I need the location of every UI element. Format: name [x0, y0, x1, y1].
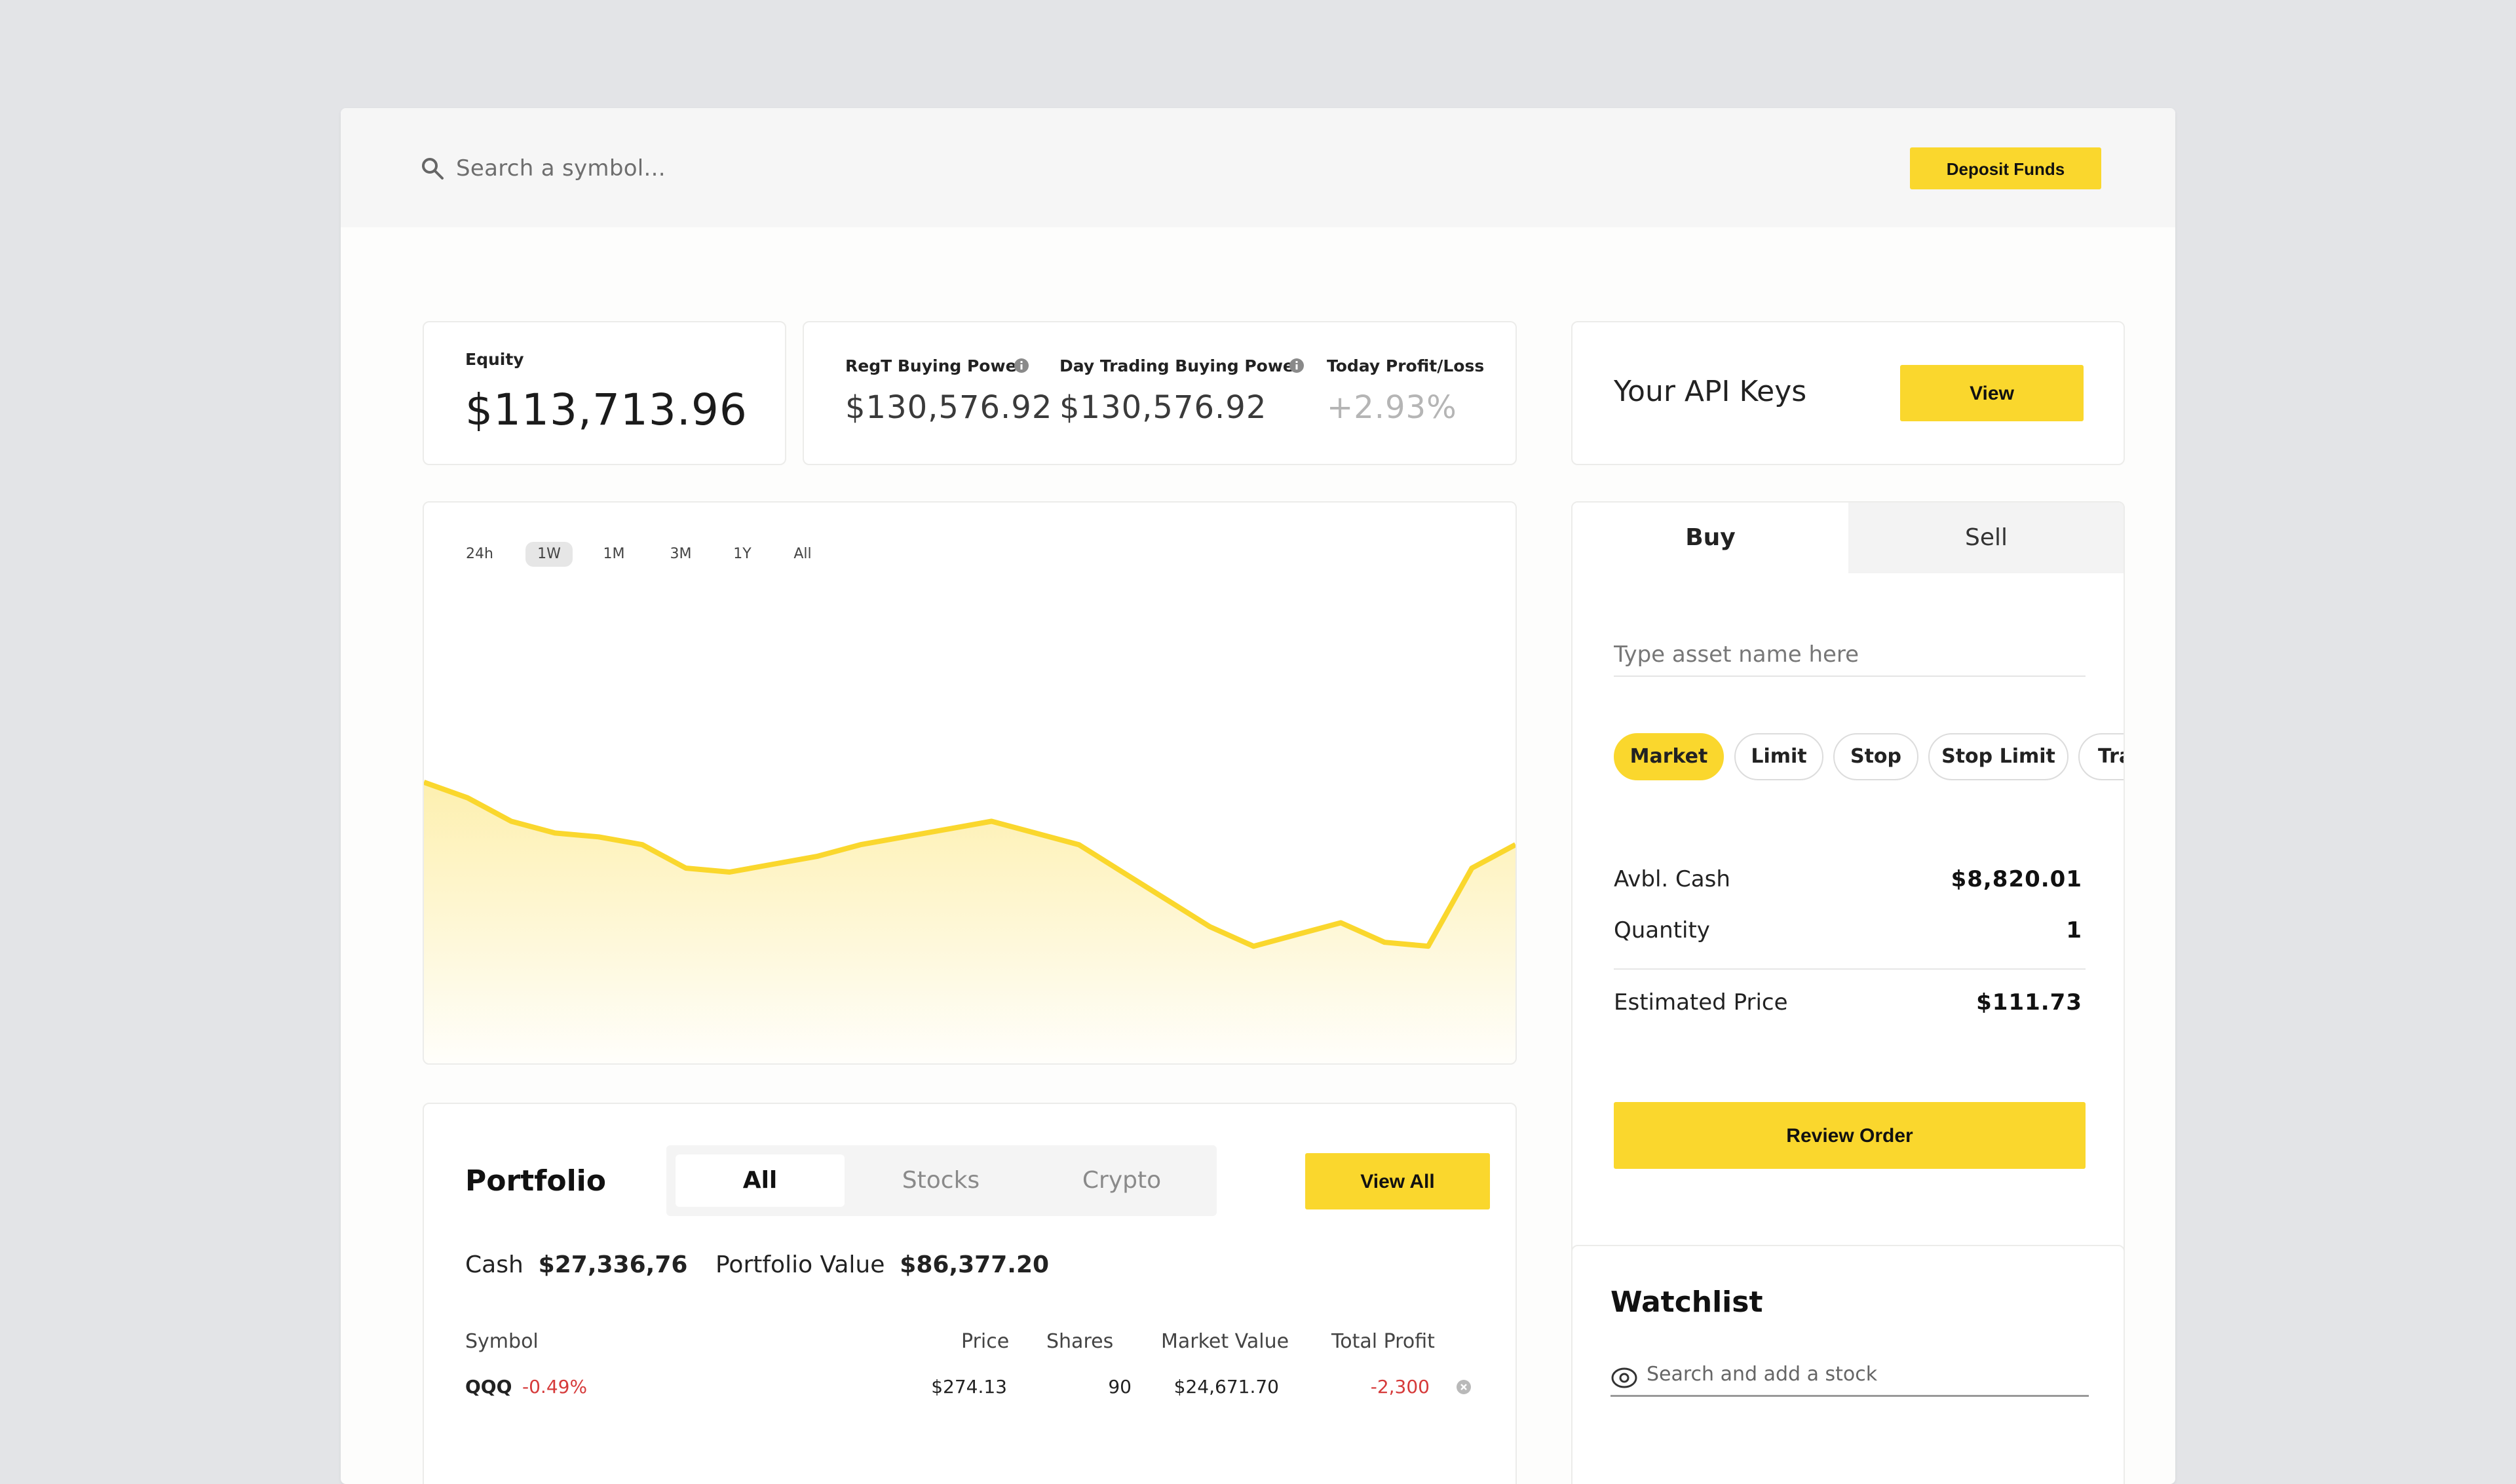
- tab-sell[interactable]: Sell: [1848, 503, 2124, 573]
- api-keys-title: Your API Keys: [1614, 375, 1807, 408]
- daytrade-value: $130,576.92: [1059, 389, 1267, 426]
- estimated-price-label: Estimated Price: [1614, 989, 1788, 1016]
- regt-value: $130,576.92: [845, 389, 1053, 426]
- portfolio-value-label: Portfolio Value: [715, 1251, 885, 1278]
- top-bar: Search a symbol... Deposit Funds: [341, 108, 2175, 227]
- tab-crypto[interactable]: Crypto: [1037, 1154, 1206, 1207]
- view-all-button[interactable]: View All: [1305, 1153, 1490, 1209]
- daytrade-label: Day Trading Buying Power: [1059, 356, 1303, 375]
- equity-chart: [424, 780, 1515, 1063]
- col-market-value: Market Value: [1161, 1330, 1289, 1353]
- portfolio-title: Portfolio: [465, 1164, 606, 1198]
- remove-icon[interactable]: [1456, 1379, 1472, 1395]
- portfolio-value-summary: Portfolio Value $86,377.20: [715, 1251, 1049, 1278]
- equity-value: $113,713.96: [465, 385, 748, 435]
- deposit-funds-button[interactable]: Deposit Funds: [1910, 147, 2101, 189]
- tab-all[interactable]: All: [676, 1154, 845, 1207]
- symbol-search-input[interactable]: Search a symbol...: [456, 153, 666, 184]
- portfolio-card: Portfolio All Stocks Crypto View All Cas…: [423, 1103, 1517, 1484]
- equity-label: Equity: [465, 350, 524, 369]
- watchlist-card: Watchlist Search and add a stock: [1571, 1245, 2125, 1484]
- watchlist-search-input[interactable]: Search and add a stock: [1611, 1358, 2089, 1397]
- app-window: Search a symbol... Deposit Funds Equity …: [341, 108, 2175, 1484]
- regt-label: RegT Buying Power: [845, 356, 1025, 375]
- buying-power-card: RegT Buying Power $130,576.92 Day Tradin…: [803, 321, 1517, 465]
- tab-buy[interactable]: Buy: [1572, 503, 1848, 573]
- order-type-market[interactable]: Market: [1614, 733, 1724, 780]
- equity-chart-card: 24h 1W 1M 3M 1Y All: [423, 501, 1517, 1065]
- asset-name-input[interactable]: [1614, 634, 2086, 677]
- info-icon[interactable]: [1014, 358, 1029, 373]
- quantity-value[interactable]: 1: [2066, 917, 2082, 943]
- row-market-value: $24,671.70: [1173, 1376, 1279, 1398]
- avbl-cash-value: $8,820.01: [1951, 866, 2082, 892]
- equity-card: Equity $113,713.96: [423, 321, 786, 465]
- row-symbol: QQQ: [465, 1376, 512, 1398]
- view-api-keys-button[interactable]: View: [1900, 365, 2084, 421]
- quantity-label: Quantity: [1614, 917, 1710, 943]
- cash-value: $27,336,76: [538, 1251, 688, 1278]
- col-shares: Shares: [1046, 1330, 1114, 1353]
- row-price: $274.13: [931, 1376, 1007, 1398]
- portfolio-filter-tabs: All Stocks Crypto: [666, 1145, 1217, 1216]
- divider: [1614, 968, 2086, 970]
- order-card: Buy Sell Market Limit Stop Stop Limit Tr…: [1571, 501, 2125, 1317]
- review-order-button[interactable]: Review Order: [1614, 1102, 2086, 1169]
- profit-value: +2.93%: [1327, 389, 1457, 426]
- watchlist-title: Watchlist: [1611, 1285, 1763, 1319]
- col-price: Price: [961, 1330, 1010, 1353]
- row-shares: 90: [1108, 1376, 1132, 1398]
- estimated-price-value: $111.73: [1976, 989, 2082, 1016]
- api-keys-card: Your API Keys View: [1571, 321, 2125, 465]
- eye-icon: [1611, 1367, 1637, 1388]
- order-type-limit[interactable]: Limit: [1734, 733, 1823, 780]
- col-symbol: Symbol: [465, 1330, 539, 1353]
- avbl-cash-label: Avbl. Cash: [1614, 866, 1730, 892]
- col-total-profit: Total Profit: [1331, 1330, 1435, 1353]
- order-type-trailing-stop[interactable]: Trailing Stop: [2078, 733, 2124, 780]
- cash-summary: Cash $27,336,76: [465, 1251, 687, 1278]
- order-type-stop[interactable]: Stop: [1833, 733, 1918, 780]
- watchlist-search-placeholder: Search and add a stock: [1647, 1363, 1878, 1386]
- search-icon[interactable]: [419, 155, 446, 181]
- order-type-stop-limit[interactable]: Stop Limit: [1928, 733, 2068, 780]
- tab-stocks[interactable]: Stocks: [856, 1154, 1025, 1207]
- cash-label: Cash: [465, 1251, 524, 1278]
- info-icon[interactable]: [1289, 358, 1305, 373]
- portfolio-value: $86,377.20: [900, 1251, 1050, 1278]
- row-change: -0.49%: [522, 1376, 588, 1398]
- profit-label: Today Profit/Loss: [1327, 356, 1485, 375]
- row-total-profit: -2,300: [1370, 1376, 1430, 1398]
